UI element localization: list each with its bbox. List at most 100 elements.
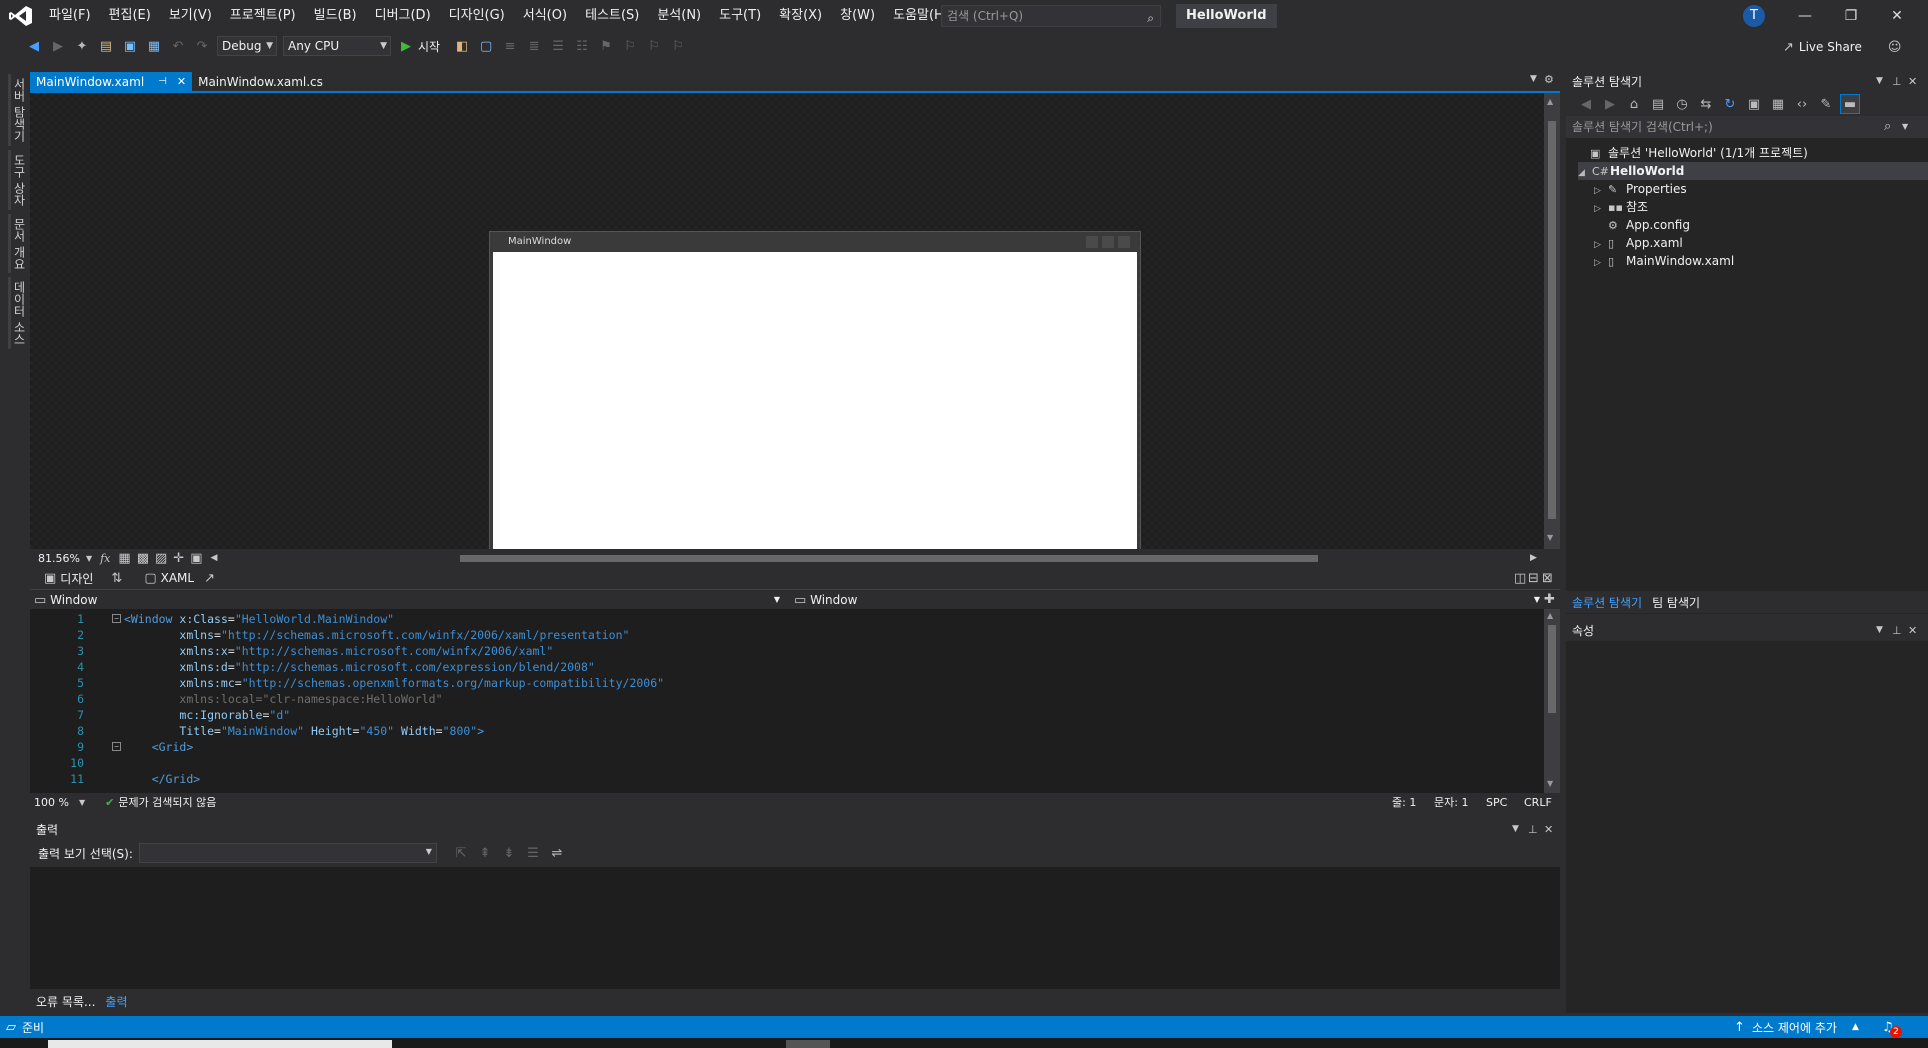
menu-item-6[interactable]: 디자인(G) — [440, 0, 514, 32]
editor-zoom[interactable]: 100 % — [34, 796, 69, 809]
menu-item-3[interactable]: 프로젝트(P) — [221, 0, 305, 32]
code-line[interactable]: mc:Ignorable="d" — [124, 707, 290, 723]
output-text-area[interactable] — [30, 867, 1560, 989]
snap-lines-icon[interactable]: ✛ — [173, 551, 184, 566]
tab-mainwindow-xaml[interactable]: MainWindow.xaml ⊣ ✕ — [30, 72, 193, 92]
design-tab[interactable]: 디자인 — [60, 570, 93, 587]
feedback-icon[interactable]: ☺ — [1888, 40, 1902, 55]
restore-icon[interactable]: ❐ — [1828, 0, 1874, 32]
hscroll-right-icon[interactable]: ▶ — [1530, 553, 1537, 563]
add-source-control-button[interactable]: 소스 제어에 추가 — [1752, 1019, 1837, 1036]
tab-mainwindow-xaml-cs[interactable]: MainWindow.xaml.cs — [192, 72, 329, 92]
tab-solution-explorer[interactable]: 솔루션 탐색기 — [1572, 594, 1642, 611]
scroll-up-icon[interactable]: ▲ — [1547, 611, 1553, 620]
effects-toggle-icon[interactable]: fx — [100, 552, 110, 565]
xaml-designer-surface[interactable]: MainWindow — [30, 93, 1544, 597]
grid-snap-icon[interactable]: ▩ — [137, 551, 149, 566]
nav-left-select[interactable]: ▭ Window ▼ — [30, 591, 786, 609]
code-line[interactable]: xmlns:local="clr-namespace:HelloWorld" — [124, 691, 442, 707]
tree-item-app-config[interactable]: ⚙ App.config — [1594, 216, 1690, 234]
tab-dropdown-icon[interactable]: ▼ — [1530, 74, 1537, 84]
start-button[interactable]: 시작 — [418, 38, 440, 55]
solex-pin-icon[interactable]: ⊥ — [1892, 75, 1902, 88]
menu-item-8[interactable]: 테스트(S) — [576, 0, 648, 32]
vertical-split-icon[interactable]: ◫ — [1514, 571, 1526, 586]
menu-item-11[interactable]: 확장(X) — [770, 0, 831, 32]
device-preview-icon[interactable]: ▣ — [190, 551, 202, 566]
redo-icon[interactable]: ↷ — [192, 36, 212, 56]
new-project-icon[interactable]: ✦ — [72, 36, 92, 56]
visual-studio-logo-icon[interactable] — [8, 4, 34, 28]
find-message-icon[interactable]: ⇱ — [451, 843, 471, 863]
align-center-icon[interactable]: ≣ — [524, 36, 544, 56]
next-bookmark-icon[interactable]: ⚐ — [644, 36, 664, 56]
grid-toggle-icon[interactable]: ▦ — [118, 551, 130, 566]
uncomment-icon[interactable]: ☷ — [572, 36, 592, 56]
line-ending-indicator[interactable]: CRLF — [1524, 796, 1552, 809]
tab-team-explorer[interactable]: 팀 탐색기 — [1652, 594, 1700, 611]
properties-wrench-icon[interactable]: ✎ — [1816, 94, 1836, 114]
editor-vertical-scrollbar[interactable]: ▲ ▼ — [1544, 609, 1560, 793]
sync-icon[interactable]: ⇆ — [1696, 94, 1716, 114]
menu-item-2[interactable]: 보기(V) — [160, 0, 221, 32]
menu-item-12[interactable]: 창(W) — [831, 0, 884, 32]
open-file-icon[interactable]: ▤ — [96, 36, 116, 56]
tab-output[interactable]: 출력 — [105, 993, 127, 1010]
source-control-arrow-icon[interactable]: ▲ — [1852, 1022, 1859, 1032]
code-line[interactable]: </Grid> — [124, 771, 200, 787]
bookmark-icon[interactable]: ⚑ — [596, 36, 616, 56]
left-strip-tab-0[interactable]: 서버 탐색기 — [8, 74, 28, 146]
split-editor-icon[interactable]: ✚ — [1544, 592, 1555, 607]
clear-all-icon[interactable]: ☰ — [523, 843, 543, 863]
scroll-down-icon[interactable]: ▼ — [1547, 533, 1553, 542]
nav-right-select[interactable]: ▭ Window ▼ — [790, 591, 1546, 609]
scroll-down-icon[interactable]: ▼ — [1547, 779, 1553, 788]
props-pin-icon[interactable]: ⊥ — [1892, 624, 1902, 637]
expand-arrow-icon[interactable]: ◢ — [1578, 164, 1592, 182]
view-code-icon[interactable]: ‹› — [1792, 94, 1812, 114]
prev-bookmark-icon[interactable]: ⚐ — [620, 36, 640, 56]
output-close-icon[interactable]: ✕ — [1544, 823, 1553, 836]
tab-settings-icon[interactable]: ⚙ — [1544, 73, 1554, 86]
zoom-dropdown-icon[interactable]: ▼ — [86, 554, 92, 563]
wpf-window-client[interactable] — [493, 252, 1137, 594]
checker-icon[interactable]: ▨ — [155, 551, 167, 566]
close-icon[interactable]: ✕ — [1874, 0, 1920, 32]
solex-dropdown-icon[interactable]: ▼ — [1876, 76, 1883, 86]
tree-item-app-xaml[interactable]: ▷ ▯ App.xaml — [1594, 234, 1683, 252]
navigate-back-icon[interactable]: ◀ — [24, 36, 44, 56]
menu-item-4[interactable]: 빌드(B) — [305, 0, 366, 32]
wpf-window-preview[interactable]: MainWindow — [489, 231, 1141, 597]
issues-status[interactable]: 문제가 검색되지 않음 — [118, 794, 216, 810]
scroll-thumb[interactable] — [1548, 121, 1556, 519]
home-icon[interactable]: ⌂ — [1624, 94, 1644, 114]
forward-icon[interactable]: ▶ — [1600, 94, 1620, 114]
collapse-region-icon[interactable]: − — [112, 742, 121, 751]
configuration-select[interactable]: Debug ▼ — [217, 36, 277, 56]
output-source-select[interactable]: ▼ — [138, 843, 437, 863]
back-icon[interactable]: ◀ — [1576, 94, 1596, 114]
start-debug-icon[interactable]: ▶ — [396, 36, 416, 56]
search-input[interactable]: 검색 (Ctrl+Q) ⌕ — [941, 5, 1161, 27]
code-line[interactable]: <Grid> — [124, 739, 194, 755]
collapse-region-icon[interactable]: − — [112, 614, 121, 623]
props-dropdown-icon[interactable]: ▼ — [1876, 625, 1883, 635]
menu-item-5[interactable]: 디버그(D) — [366, 0, 440, 32]
attach-icon[interactable]: ◧ — [452, 36, 472, 56]
code-line[interactable]: xmlns:mc="http://schemas.openxmlformats.… — [124, 675, 664, 691]
tree-project-node[interactable]: ◢ C#HelloWorld — [1578, 162, 1928, 180]
collapse-pane-icon[interactable]: ⊠ — [1542, 571, 1553, 586]
word-wrap-icon[interactable]: ⇌ — [547, 843, 567, 863]
tab-error-list[interactable]: 오류 목록... — [36, 993, 95, 1010]
minimize-icon[interactable]: — — [1782, 0, 1828, 32]
search-icon[interactable]: ⌕ — [1147, 8, 1154, 28]
horizontal-split-icon[interactable]: ⊟ — [1528, 571, 1539, 586]
save-icon[interactable]: ▣ — [120, 36, 140, 56]
popout-xaml-icon[interactable]: ↗ — [204, 571, 215, 586]
expand-arrow-icon[interactable]: ▷ — [1594, 254, 1608, 272]
screenshot-icon[interactable]: ▢ — [476, 36, 496, 56]
xaml-tab[interactable]: XAML — [161, 571, 194, 585]
props-close-icon[interactable]: ✕ — [1908, 624, 1917, 637]
refresh-icon[interactable]: ↻ — [1720, 94, 1740, 114]
align-left-icon[interactable]: ≡ — [500, 36, 520, 56]
